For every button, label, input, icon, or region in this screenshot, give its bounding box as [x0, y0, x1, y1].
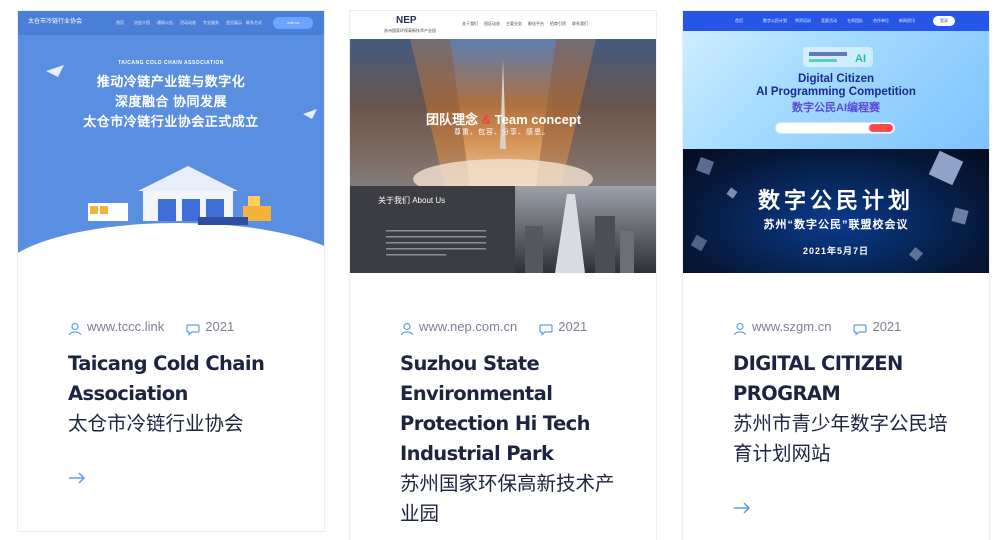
thumbnail-search-button [869, 124, 893, 132]
paper-plane-icon [303, 109, 317, 119]
thumbnail-nav-item: 师资培训 [795, 18, 811, 23]
project-year: 2021 [872, 319, 902, 334]
thumbnail-nav-item: 首页 [116, 20, 124, 25]
thumbnail-nav-item: 首页 [735, 18, 743, 23]
thumbnail-nav-item: 园区动态 [484, 21, 500, 26]
thumbnail-banner-title: 数字公民计划 [757, 188, 914, 213]
project-card-szgm[interactable]: 首页 数字公民计划 师资培训 竞赛活动 名师团队 合作单位 新闻资讯 登录 AI… [682, 10, 990, 540]
project-title-en: Suzhou State Environmental Protection Hi… [400, 352, 590, 465]
thumbnail-join-button: Join us [273, 17, 313, 29]
thumbnail-nav-item: 名师团队 [847, 18, 863, 23]
project-year: 2021 [205, 319, 235, 334]
project-url[interactable]: www.szgm.cn [752, 319, 831, 334]
project-title-cn: 太仓市冷链行业协会 [68, 412, 244, 435]
comment-icon [539, 323, 553, 336]
thumbnail-line-2: AI Programming Competition [756, 86, 916, 98]
thumbnail-nav-item: 竞赛活动 [821, 18, 837, 23]
comment-icon [853, 323, 868, 336]
project-thumbnail[interactable]: 首页 数字公民计划 师资培训 竞赛活动 名师团队 合作单位 新闻资讯 登录 AI… [683, 11, 989, 273]
project-meta: www.szgm.cn 2021 [733, 319, 902, 336]
project-meta: www.tccc.link 2021 [68, 319, 235, 336]
svg-text:AI: AI [855, 53, 866, 65]
comment-icon [186, 323, 200, 336]
project-url[interactable]: www.nep.com.cn [419, 319, 517, 334]
thumbnail-login-button: 登录 [933, 16, 955, 26]
project-title-en: Taicang Cold Chain Association [68, 352, 265, 405]
thumbnail-line-1: Digital Citizen [797, 73, 875, 85]
thumbnail-nav-item: 联系我们 [572, 21, 588, 26]
thumbnail-logo: 太仓市冷链行业协会 [28, 19, 83, 25]
thumbnail-line-3: 数字公民AI编程赛 [792, 102, 880, 114]
tower-illustration [525, 194, 634, 273]
thumbnail-search-bar [775, 122, 895, 134]
thumbnail-nav-item: 协会介绍 [134, 20, 150, 25]
thumbnail-nav-item: 活动动态 [180, 20, 196, 25]
project-card-tccc[interactable]: 太仓市冷链行业协会 首页 协会介绍 通知公告 活动动态 专业服务 会员展示 联系… [17, 10, 325, 532]
project-title-cn: 苏州国家环保高新技术产业园 [400, 472, 615, 525]
project-thumbnail[interactable]: 太仓市冷链行业协会 首页 协会介绍 通知公告 活动动态 专业服务 会员展示 联系… [18, 11, 324, 273]
thumbnail-nav-item: 招商引资 [550, 21, 566, 26]
warehouse-illustration [88, 166, 271, 225]
thumbnail-nav-item: 关于我们 [462, 21, 478, 26]
thumbnail-banner-subtitle: 苏州“数字公民”联盟校会议 [763, 219, 909, 231]
project-url[interactable]: www.tccc.link [87, 319, 164, 334]
project-title-cn: 苏州市青少年数字公民培育计划网站 [733, 412, 948, 465]
project-title[interactable]: Suzhou State Environmental Protection Hi… [400, 349, 630, 529]
project-meta: www.nep.com.cn 2021 [400, 319, 588, 336]
thumbnail-slogan: 团队理念 & Team concept [426, 112, 582, 127]
thumbnail-nav-item: 会员展示 [226, 20, 242, 25]
thumbnail-nav-item: 孵化平台 [528, 21, 544, 26]
user-icon [68, 322, 82, 335]
thumbnail-banner-date: 2021年5月7日 [802, 246, 870, 256]
thumbnail-nav-item: 联系方式 [246, 20, 262, 25]
thumbnail-nav-item: 数字公民计划 [763, 18, 787, 23]
user-icon [400, 322, 414, 335]
thumbnail-logo: NEP [396, 15, 417, 26]
thumbnail-nav-item: 专业服务 [203, 20, 219, 25]
thumbnail-about-section: 关于我们 About Us [350, 186, 515, 273]
thumbnail-navbar: 太仓市冷链行业协会 首页 协会介绍 通知公告 活动动态 专业服务 会员展示 联系… [18, 11, 324, 35]
thumbnail-navbar: 首页 数字公民计划 师资培训 竞赛活动 名师团队 合作单位 新闻资讯 登录 [683, 11, 989, 31]
thumbnail-navbar: NEP 苏州国家环保高新技术产业园 关于我们 园区动态 主要业务 孵化平台 招商… [350, 11, 656, 39]
project-title[interactable]: DIGITAL CITIZEN PROGRAM 苏州市青少年数字公民培育计划网站 [733, 349, 963, 469]
thumbnail-city-photo [515, 186, 656, 273]
arrow-right-icon[interactable] [733, 501, 751, 515]
competition-logo-icon: AI [803, 47, 873, 67]
project-title-en: DIGITAL CITIZEN PROGRAM [733, 352, 903, 405]
project-card-nep[interactable]: NEP 苏州国家环保高新技术产业园 关于我们 园区动态 主要业务 孵化平台 招商… [349, 10, 657, 540]
thumbnail-nav-item: 主要业务 [506, 21, 522, 26]
paper-plane-icon [46, 65, 64, 77]
text-lines-placeholder [386, 230, 486, 256]
thumbnail-nav-item: 合作单位 [873, 18, 889, 23]
user-icon [733, 322, 747, 335]
thumbnail-hero-image: 团队理念 & Team concept 尊重、包容、分享、感恩。 [350, 39, 656, 186]
thumbnail-nav-item: 通知公告 [157, 20, 173, 25]
project-title[interactable]: Taicang Cold Chain Association 太仓市冷链行业协会 [68, 349, 298, 439]
project-thumbnail[interactable]: NEP 苏州国家环保高新技术产业园 关于我们 园区动态 主要业务 孵化平台 招商… [350, 11, 656, 273]
project-year: 2021 [558, 319, 588, 334]
thumbnail-headline-3: 太仓市冷链行业协会正式成立 [83, 114, 259, 129]
thumbnail-nav-item: 新闻资讯 [899, 18, 915, 23]
arrow-right-icon[interactable] [68, 471, 86, 485]
thumbnail-about-title: 关于我们 About Us [378, 196, 446, 205]
thumbnail-headline-2: 深度融合 协同发展 [114, 94, 228, 109]
thumbnail-logo-subtitle: 苏州国家环保高新技术产业园 [384, 28, 436, 33]
thumbnail-slogan-sub: 尊重、包容、分享、感恩。 [454, 129, 550, 136]
